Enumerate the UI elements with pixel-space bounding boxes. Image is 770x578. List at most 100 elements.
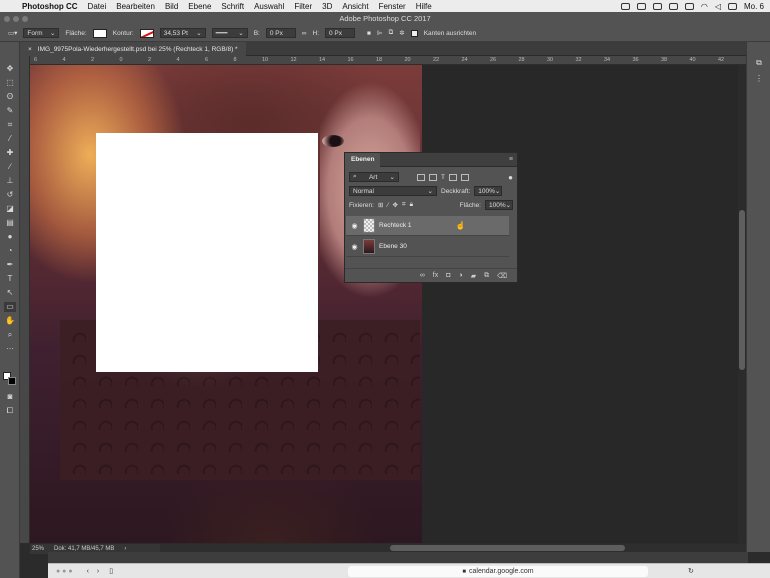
lock-transparency-icon[interactable]: ⊞	[378, 201, 383, 209]
rectangle-shape-layer[interactable]	[96, 133, 318, 372]
layer-thumbnail[interactable]	[363, 239, 375, 254]
horizontal-scroll-thumb[interactable]	[390, 545, 625, 551]
lock-position-icon[interactable]: ✥	[392, 201, 397, 209]
stroke-type-select[interactable]: ━━━ ⌄	[211, 28, 248, 38]
menu-hilfe[interactable]: Hilfe	[416, 2, 432, 11]
move-tool-icon[interactable]: ✥	[4, 64, 16, 74]
path-alignment-icon[interactable]: ⊫	[377, 29, 383, 37]
more-tools-icon[interactable]: ···	[4, 344, 16, 354]
background-color-swatch[interactable]	[8, 377, 16, 385]
layers-panel-title[interactable]: Ebenen	[345, 152, 381, 167]
filter-smart-object-icon[interactable]	[460, 173, 469, 181]
tool-mode-select[interactable]: Form ⌄	[23, 28, 60, 38]
lasso-tool-icon[interactable]: ʘ	[4, 92, 16, 102]
clone-stamp-tool-icon[interactable]: ⊥	[4, 176, 16, 186]
new-layer-icon[interactable]: ⧉	[484, 272, 489, 280]
battery-icon[interactable]	[727, 2, 737, 10]
wifi-icon[interactable]: ◠	[701, 2, 708, 11]
volume-icon[interactable]: ◁	[715, 2, 721, 11]
fill-color-swatch[interactable]	[92, 28, 107, 38]
rectangle-tool-preset-icon[interactable]: ▭▾	[8, 29, 17, 37]
menu-datei[interactable]: Datei	[88, 2, 107, 11]
lock-all-icon[interactable]: 🔒︎	[410, 201, 413, 209]
path-arrangement-icon[interactable]: ⧉	[389, 29, 394, 37]
menu-app-name[interactable]: Photoshop CC	[22, 2, 78, 11]
gear-icon[interactable]: ✲	[399, 29, 404, 37]
screen-mode-icon[interactable]: ⧠	[4, 406, 16, 416]
menu-bearbeiten[interactable]: Bearbeiten	[116, 2, 155, 11]
fill-input[interactable]: 100% ⌄	[485, 200, 513, 210]
filter-type-icon[interactable]: T	[441, 174, 445, 181]
filter-adjustment-icon[interactable]	[429, 173, 437, 181]
back-icon[interactable]: ‹	[87, 568, 89, 575]
forward-icon[interactable]: ›	[97, 568, 99, 575]
eye-icon[interactable]: ◉	[350, 222, 359, 230]
reload-icon[interactable]: ↻	[688, 567, 694, 575]
menu-auswahl[interactable]: Auswahl	[254, 2, 284, 11]
menu-3d[interactable]: 3D	[322, 2, 332, 11]
stroke-color-swatch[interactable]	[139, 28, 154, 38]
close-window-button[interactable]	[4, 16, 10, 22]
height-input[interactable]: 0 Px	[325, 28, 355, 38]
address-bar[interactable]: ■ calendar.google.com	[348, 566, 648, 577]
opacity-input[interactable]: 100% ⌄	[474, 186, 503, 196]
adjustment-layer-icon[interactable]: ◑	[458, 272, 462, 279]
sidebar-icon[interactable]: ▯	[109, 567, 113, 575]
panel-menu-icon[interactable]: ≡	[509, 156, 513, 163]
cloud-icon[interactable]	[652, 2, 662, 10]
path-operations-icon[interactable]: ■	[367, 30, 371, 37]
lock-pixels-icon[interactable]: ∕	[387, 202, 388, 209]
layer-name[interactable]: Rechteck 1	[379, 222, 412, 229]
stroke-width-input[interactable]: 34,53 Pt ⌄	[159, 28, 206, 38]
adjustments-panel-icon[interactable]: ⋮	[753, 74, 765, 84]
fx-icon[interactable]: fx	[433, 272, 438, 279]
healing-brush-tool-icon[interactable]: ✚	[4, 148, 16, 158]
menu-bild[interactable]: Bild	[165, 2, 178, 11]
notes-icon[interactable]	[668, 2, 678, 10]
blur-tool-icon[interactable]: ●	[4, 232, 16, 242]
dropbox-icon[interactable]	[620, 2, 630, 10]
close-tab-icon[interactable]: ×	[28, 46, 32, 53]
menubar-clock[interactable]: Mo. 6	[744, 2, 764, 11]
add-mask-icon[interactable]: ◘	[446, 272, 450, 279]
vertical-ruler[interactable]	[20, 56, 30, 543]
menu-ansicht[interactable]: Ansicht	[342, 2, 368, 11]
lock-artboard-icon[interactable]: ⌗	[402, 201, 406, 209]
sync-icon[interactable]	[636, 2, 646, 10]
link-icon[interactable]: ∞	[302, 30, 307, 37]
vertical-scroll-thumb[interactable]	[739, 210, 745, 370]
display-icon[interactable]	[684, 2, 694, 10]
pen-tool-icon[interactable]: ✒	[4, 260, 16, 270]
eye-icon[interactable]: ◉	[350, 243, 359, 251]
menu-filter[interactable]: Filter	[294, 2, 312, 11]
zoom-window-button[interactable]	[22, 16, 28, 22]
horizontal-ruler[interactable]: 6 4 2 0 2 4 6 8 10 12 14 16 18 20 22 24 26 28 30 32 34 36 38 40…	[30, 56, 746, 65]
filter-pixel-icon[interactable]	[417, 173, 425, 181]
new-group-icon[interactable]: ▰	[471, 272, 476, 280]
menu-fenster[interactable]: Fenster	[379, 2, 406, 11]
layer-name[interactable]: Ebene 30	[379, 243, 407, 250]
browser-traffic-lights[interactable]: ● ● ●	[56, 568, 73, 575]
eraser-tool-icon[interactable]: ◪	[4, 204, 16, 214]
link-layers-icon[interactable]: ∞	[420, 272, 425, 279]
width-input[interactable]: 0 Px	[265, 28, 296, 38]
layer-thumbnail[interactable]	[363, 218, 375, 233]
zoom-tool-icon[interactable]: ⌕	[4, 330, 16, 340]
properties-panel-icon[interactable]: ⧉	[753, 58, 765, 68]
filter-toggle-icon[interactable]: ●	[508, 173, 513, 182]
quick-mask-icon[interactable]: ◙	[4, 392, 16, 402]
menu-schrift[interactable]: Schrift	[221, 2, 244, 11]
align-edges-checkbox[interactable]	[410, 29, 418, 37]
layer-row-rechteck-1[interactable]: ◉ Rechteck 1 ☝	[346, 216, 509, 236]
gradient-tool-icon[interactable]: ▤	[4, 218, 16, 228]
document-tab[interactable]: × IMG_9975Pola-Wiederhergestellt.psd bei…	[20, 42, 246, 56]
quick-select-tool-icon[interactable]: ✎	[4, 106, 16, 116]
marquee-tool-icon[interactable]: ⬚	[4, 78, 16, 88]
layer-row-ebene-30[interactable]: ◉ Ebene 30	[346, 237, 509, 257]
type-tool-icon[interactable]: T	[4, 274, 16, 284]
trash-icon[interactable]: ⌫	[497, 272, 507, 280]
minimize-window-button[interactable]	[13, 16, 19, 22]
filter-shape-icon[interactable]	[448, 173, 457, 181]
zoom-level[interactable]: 25%	[32, 546, 44, 552]
layer-filter-select[interactable]: ⌕ Art ⌄	[349, 172, 399, 182]
